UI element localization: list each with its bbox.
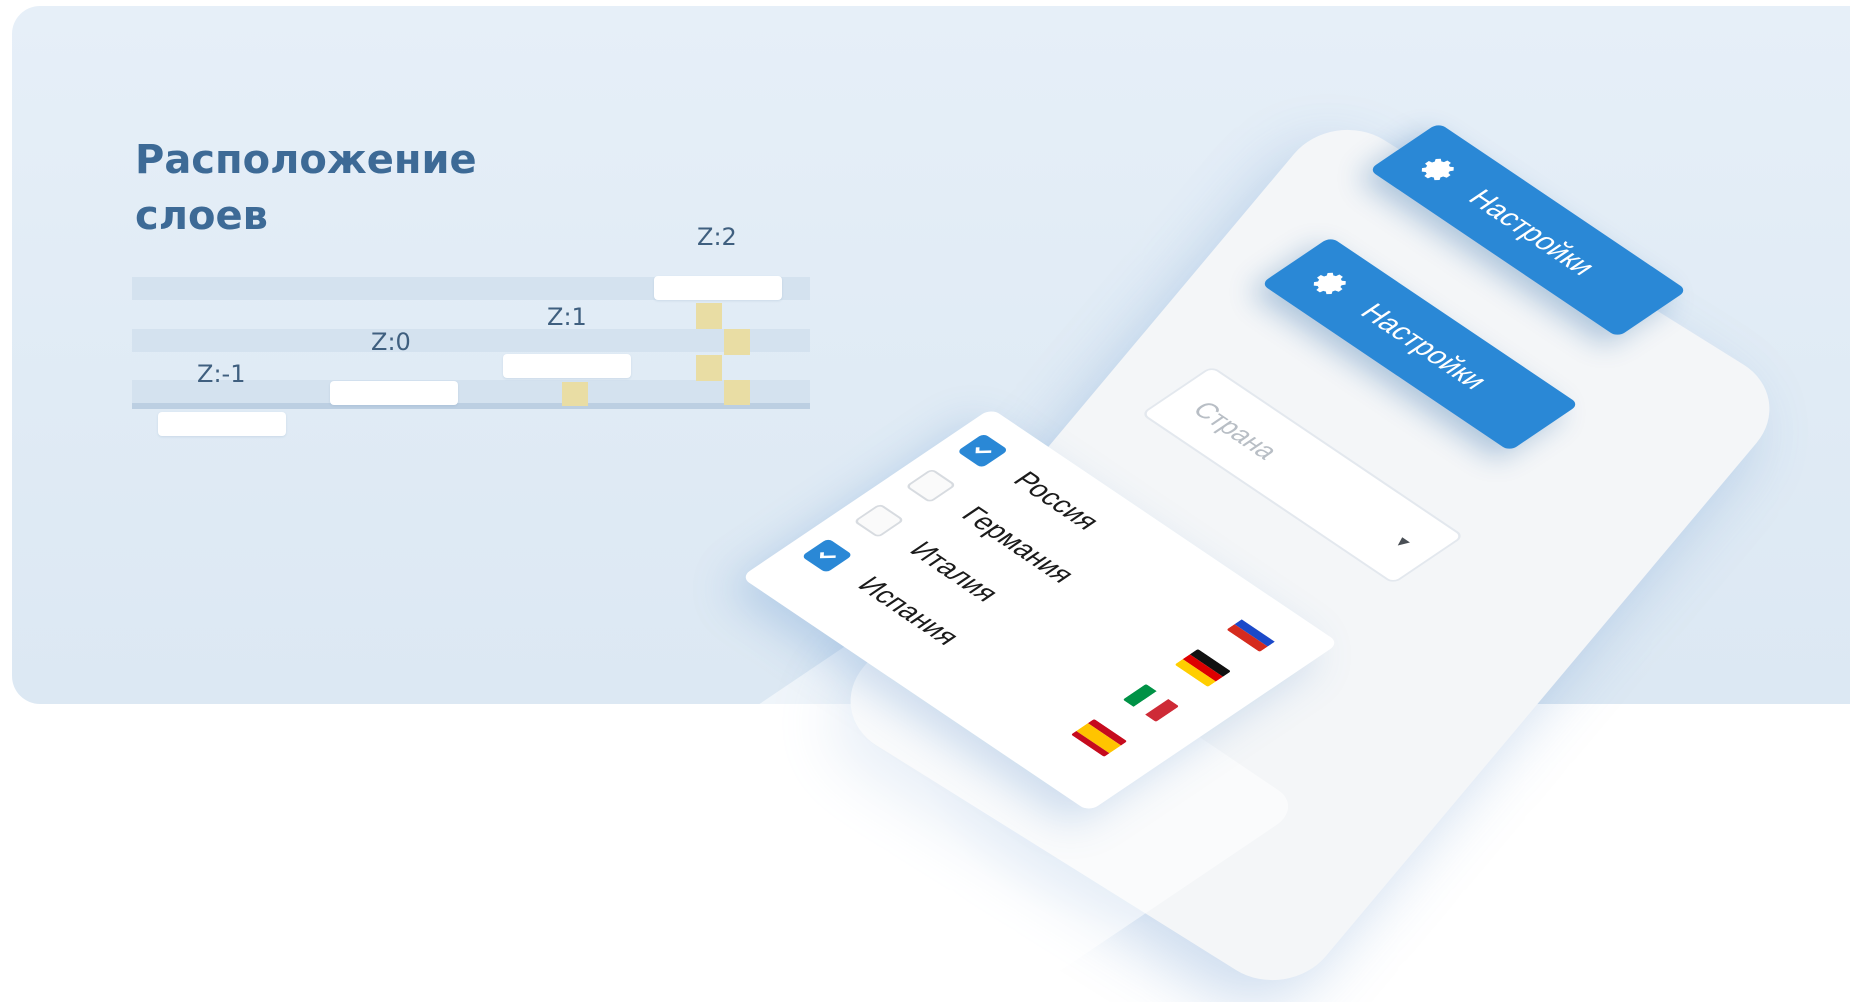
checkbox-checked[interactable] (801, 538, 853, 574)
flag-italy-icon (1122, 683, 1180, 722)
z-label: Z:0 (371, 328, 411, 356)
flag-germany-icon (1174, 648, 1232, 687)
checkbox-checked[interactable] (956, 433, 1009, 469)
flag-russia-icon (1226, 613, 1283, 652)
gear-icon (1413, 153, 1465, 188)
checkbox-unchecked[interactable] (904, 468, 957, 504)
layer-stripe (132, 329, 810, 352)
z-label: Z:1 (547, 303, 587, 331)
country-select-placeholder: Страна (1186, 396, 1287, 464)
depth-pillar (562, 382, 588, 406)
layer-slab-z-1 (503, 354, 631, 378)
depth-pillar (696, 355, 722, 381)
caret-down-icon: ▼ (1387, 533, 1417, 553)
layer-slab-z-0 (330, 381, 458, 405)
z-label: Z:-1 (197, 360, 246, 388)
layer-baseline (132, 403, 810, 409)
layer-slab-z-2 (654, 276, 782, 300)
depth-pillar (724, 380, 750, 405)
layer-slab-z-minus-1 (158, 412, 286, 436)
flag-spain-icon (1070, 718, 1128, 757)
checkmark-icon (819, 552, 836, 559)
checkbox-unchecked[interactable] (853, 503, 905, 539)
depth-pillar (724, 329, 750, 355)
checkmark-icon (975, 447, 992, 454)
title-line-2: слоев (135, 193, 268, 239)
z-label: Z:2 (697, 223, 737, 251)
page-title: Расположение слоев (135, 132, 477, 244)
gear-icon (1305, 267, 1357, 302)
title-line-1: Расположение (135, 137, 477, 183)
depth-pillar (696, 303, 722, 329)
